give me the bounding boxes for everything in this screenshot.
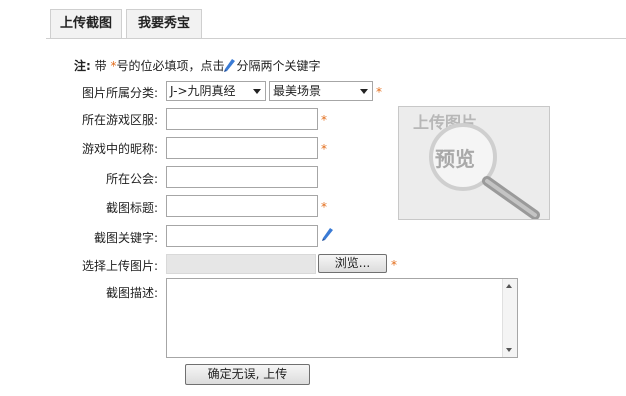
browse-button[interactable]: 浏览... xyxy=(318,254,387,273)
form-note: 注: 带 *号的位必填项，点击 分隔两个关键字 xyxy=(74,57,321,75)
category-select[interactable]: J->九阴真经 xyxy=(166,81,266,101)
keyword-label: 截图关键字: xyxy=(93,231,158,245)
file-path-field[interactable] xyxy=(166,254,316,274)
image-preview-box: 上传图片 预览 xyxy=(398,106,550,220)
nickname-label: 游戏中的昵称: xyxy=(81,142,158,156)
keyword-input[interactable] xyxy=(166,225,318,247)
category-select-value: J->九阴真经 xyxy=(170,84,236,98)
tab-show-treasure[interactable]: 我要秀宝 xyxy=(126,9,202,38)
note-text-after-star: 号的位必填项，点击 xyxy=(116,59,225,73)
title-input[interactable] xyxy=(166,195,318,217)
textarea-scrollbar[interactable] xyxy=(502,279,517,357)
pen-icon[interactable] xyxy=(322,227,334,244)
desc-label: 截图描述: xyxy=(105,286,158,300)
scene-select-value: 最美场景 xyxy=(273,84,322,98)
tab-bar: 上传截图 我要秀宝 xyxy=(46,9,626,39)
required-star: * xyxy=(321,113,327,127)
required-star: * xyxy=(321,142,327,156)
tab-upload-screenshot[interactable]: 上传截图 xyxy=(50,9,122,38)
nickname-input[interactable] xyxy=(166,137,318,159)
guild-label: 所在公会: xyxy=(105,172,158,186)
scroll-up-arrow-icon[interactable] xyxy=(506,284,512,288)
required-star: * xyxy=(391,258,397,272)
category-label: 图片所属分类: xyxy=(81,86,158,100)
required-star: * xyxy=(321,200,327,214)
note-text-after-icon: 分隔两个关键字 xyxy=(236,59,321,73)
pen-icon xyxy=(224,58,236,75)
note-prefix: 注: xyxy=(74,59,91,73)
file-label: 选择上传图片: xyxy=(81,259,158,273)
chevron-down-icon xyxy=(360,89,368,94)
server-label: 所在游戏区服: xyxy=(81,113,158,127)
server-input[interactable] xyxy=(166,108,318,130)
desc-textarea[interactable] xyxy=(166,278,518,358)
scroll-down-arrow-icon[interactable] xyxy=(506,348,512,352)
scene-select[interactable]: 最美场景 xyxy=(269,81,373,101)
preview-subtitle: 预览 xyxy=(435,147,475,171)
guild-input[interactable] xyxy=(166,166,318,188)
required-star: * xyxy=(376,85,382,99)
note-text-before-star: 带 xyxy=(94,59,111,73)
chevron-down-icon xyxy=(253,89,261,94)
title-label: 截图标题: xyxy=(105,201,158,215)
submit-button[interactable]: 确定无误, 上传 xyxy=(185,364,310,385)
